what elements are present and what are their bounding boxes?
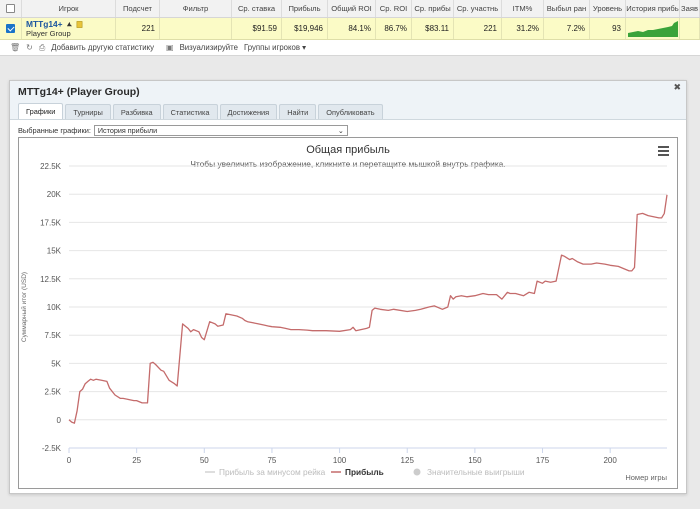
chart-container[interactable]: Общая прибыль Чтобы увеличить изображени… — [18, 137, 678, 489]
add-stats-icon[interactable]: ⎙ — [39, 43, 45, 53]
level-cell: 93 — [590, 18, 626, 39]
row-checkbox-cell[interactable] — [0, 18, 22, 39]
chart-select-value[interactable]: История прибыли — [98, 126, 157, 135]
panel-tabs: Графики Турниры Разбивка Статистика Дост… — [10, 103, 686, 120]
profit-history-cell — [626, 18, 680, 39]
grid-header-row: Игрок Подсчет Фильтр Ср. ставка Прибыль Общий… — [0, 0, 700, 18]
column-header[interactable]: Игрок — [22, 0, 116, 17]
column-header[interactable]: Выбыл ран — [544, 0, 590, 17]
profit-series-line[interactable] — [68, 194, 668, 424]
y-tick-label: 5K — [51, 359, 61, 368]
stats-grid: Игрок Подсчет Фильтр Ср. ставка Прибыль Общий… — [0, 0, 700, 56]
x-axis-label: Номер игры — [625, 473, 667, 482]
chevron-down-icon: ▾ — [302, 43, 307, 52]
y-tick-label: 0 — [57, 416, 62, 425]
player-groups-label[interactable]: Группы игроков — [244, 43, 300, 52]
column-header[interactable]: Ср. ставка — [232, 0, 282, 17]
chart-select-row: Выбранные графики: История прибыли ⌄ — [10, 123, 686, 138]
x-tick-label: 175 — [536, 456, 550, 465]
legend-item[interactable]: Прибыль за минусом рейка — [219, 467, 326, 477]
chart-select[interactable]: История прибыли ⌄ — [93, 125, 348, 136]
table-row[interactable]: MTTg14+ Player Group 221 $91.59 $19,946 … — [0, 18, 700, 40]
column-header[interactable]: Заяв — [680, 0, 700, 17]
chart-image-icon[interactable]: ▣ — [166, 43, 174, 52]
header-checkbox-cell[interactable] — [0, 0, 22, 17]
x-tick-label: 75 — [267, 456, 276, 465]
player-group-label: Player Group — [26, 29, 71, 38]
x-tick-label: 50 — [200, 456, 209, 465]
filter-cell — [160, 18, 232, 39]
column-header[interactable]: ITM% — [502, 0, 544, 17]
early-out-cell: 7.2% — [544, 18, 590, 39]
visualize-link[interactable]: Визуализируйте — [180, 43, 238, 52]
row-checkbox[interactable] — [6, 24, 15, 33]
add-stats-link[interactable]: Добавить другую статистику — [51, 43, 154, 52]
refresh-icon[interactable]: ↻ — [26, 43, 33, 52]
avg-profit-cell: $83.11 — [412, 18, 454, 39]
total-roi-cell: 84.1% — [328, 18, 376, 39]
y-tick-label: 10K — [47, 303, 62, 312]
legend-symbol[interactable] — [413, 468, 421, 476]
shark-icon — [66, 21, 72, 26]
column-header[interactable]: Ср. участнь — [454, 0, 502, 17]
column-header[interactable]: История прибь — [626, 0, 680, 17]
tab-charts[interactable]: Графики — [18, 103, 64, 119]
column-header[interactable]: Ср. ROI — [376, 0, 412, 17]
avg-stake-cell: $91.59 — [232, 18, 282, 39]
profit-cell: $19,946 — [282, 18, 328, 39]
player-panel: MTTg14+ (Player Group) ✖ Графики Турниры… — [9, 80, 687, 494]
column-header[interactable]: Ср. прибы — [412, 0, 454, 17]
chart-select-label: Выбранные графики: — [18, 126, 91, 135]
y-tick-label: -2.5K — [42, 444, 62, 453]
count-cell: 221 — [116, 18, 160, 39]
tab-find[interactable]: Найти — [279, 104, 317, 119]
player-name-line[interactable]: MTTg14+ — [26, 19, 83, 29]
y-axis-label: Суммарный итог (USD) — [20, 272, 28, 342]
tab-tournaments[interactable]: Турниры — [65, 104, 111, 119]
tab-achievements[interactable]: Достижения — [219, 104, 278, 119]
grid-toolbar: 🗑 ↻ ⎙ Добавить другую статистику ▣ Визуа… — [0, 40, 700, 56]
panel-title: MTTg14+ (Player Group) — [18, 86, 140, 98]
select-all-checkbox[interactable] — [6, 4, 15, 13]
x-tick-label: 150 — [468, 456, 482, 465]
avg-roi-cell: 86.7% — [376, 18, 412, 39]
player-name[interactable]: MTTg14+ — [26, 19, 63, 29]
y-tick-label: 20K — [47, 190, 62, 199]
y-tick-label: 22.5K — [40, 162, 62, 171]
column-header[interactable]: Прибыль — [282, 0, 328, 17]
player-cell[interactable]: MTTg14+ Player Group — [22, 18, 116, 39]
x-tick-label: 125 — [401, 456, 415, 465]
extra-cell — [680, 18, 700, 39]
chevron-down-icon: ⌄ — [337, 126, 344, 135]
column-header[interactable]: Подсчет — [116, 0, 160, 17]
player-groups-dropdown[interactable]: Группы игроков ▾ — [244, 43, 306, 52]
legend-item[interactable]: Значительные выигрыши — [427, 467, 525, 477]
legend-item[interactable]: Прибыль — [345, 467, 384, 477]
close-icon[interactable]: ✖ — [673, 82, 681, 93]
y-tick-label: 17.5K — [40, 218, 62, 227]
trash-icon[interactable]: 🗑 — [10, 43, 20, 52]
panel-header: MTTg14+ (Player Group) ✖ — [10, 81, 686, 103]
tab-statistics[interactable]: Статистика — [162, 104, 218, 119]
y-tick-label: 15K — [47, 247, 62, 256]
column-header[interactable]: Фильтр — [160, 0, 232, 17]
itm-cell: 31.2% — [502, 18, 544, 39]
x-tick-label: 200 — [603, 456, 617, 465]
note-icon — [76, 20, 82, 28]
x-tick-label: 100 — [333, 456, 347, 465]
y-tick-label: 2.5K — [45, 388, 62, 397]
y-tick-label: 7.5K — [45, 331, 62, 340]
column-header[interactable]: Уровень — [590, 0, 626, 17]
x-tick-label: 25 — [132, 456, 141, 465]
column-header[interactable]: Общий ROI — [328, 0, 376, 17]
profit-sparkline — [627, 20, 678, 37]
tab-publish[interactable]: Опубликовать — [318, 104, 383, 119]
tab-breakdown[interactable]: Разбивка — [112, 104, 161, 119]
profit-chart[interactable]: -2.5K 0 2.5K 5K 7.5K 10K 12.5K 15K 17.5K 20K 22.5K… — [19, 138, 677, 488]
x-tick-label: 0 — [67, 456, 72, 465]
y-tick-label: 12.5K — [40, 275, 62, 284]
avg-entrants-cell: 221 — [454, 18, 502, 39]
